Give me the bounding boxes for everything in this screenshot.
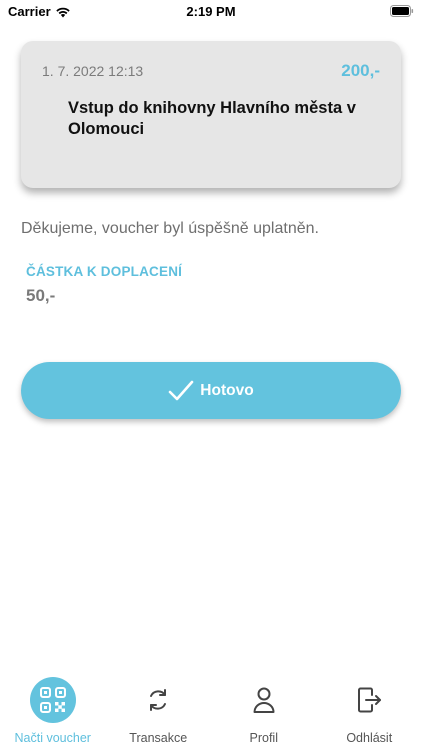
status-time: 2:19 PM [186, 4, 236, 19]
checkmark-icon [168, 380, 194, 400]
voucher-card: 1. 7. 2022 12:13 200,- Vstup do knihovny… [21, 41, 401, 188]
logout-icon [358, 687, 382, 713]
tab-bar: Načti voucher Transakce Profil Odhlásit [0, 670, 422, 750]
tab-profile[interactable]: Profil [211, 670, 317, 750]
done-button-label: Hotovo [200, 381, 254, 399]
tab-logout[interactable]: Odhlásit [317, 670, 422, 750]
tab-scan-voucher-label: Načti voucher [14, 731, 91, 745]
voucher-title: Vstup do knihovny Hlavního města v Olomo… [68, 99, 356, 138]
qr-code-icon [39, 687, 66, 713]
done-button[interactable]: Hotovo [21, 362, 401, 419]
battery-icon [390, 5, 414, 17]
tab-transactions-label: Transakce [129, 731, 188, 745]
tab-profile-label: Profil [249, 731, 278, 745]
amount-due-label: ČÁSTKA K DOPLACENÍ [26, 264, 183, 279]
success-message: Děkujeme, voucher byl úspěšně uplatněn. [21, 220, 319, 237]
tab-scan-voucher-badge [29, 677, 76, 723]
person-icon [253, 687, 275, 713]
voucher-amount: 200,- [341, 61, 380, 80]
tab-logout-label: Odhlásit [346, 731, 393, 745]
amount-due-value: 50,- [26, 286, 56, 305]
status-bar: Carrier 2:19 PM [0, 0, 422, 24]
tab-transactions[interactable]: Transakce [106, 670, 212, 750]
refresh-icon [150, 689, 167, 711]
tab-scan-voucher[interactable]: Načti voucher [0, 670, 106, 750]
voucher-date: 1. 7. 2022 12:13 [42, 63, 144, 79]
